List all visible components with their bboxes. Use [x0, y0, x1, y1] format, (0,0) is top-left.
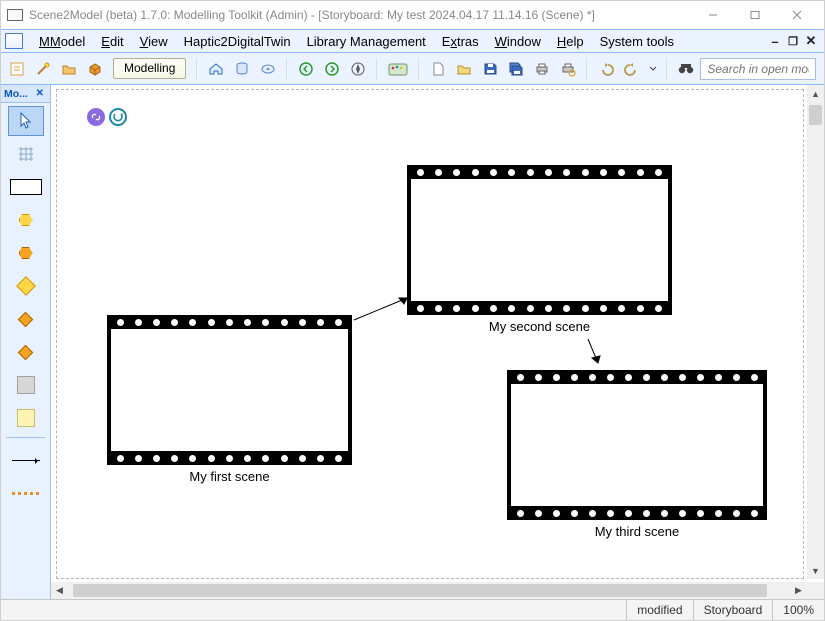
open-doc-icon[interactable]: [452, 57, 476, 81]
compass-icon[interactable]: [346, 57, 370, 81]
folder-open-icon[interactable]: [57, 57, 81, 81]
undo-icon[interactable]: [594, 57, 618, 81]
save-all-icon[interactable]: [504, 57, 528, 81]
menu-bar: MModel/*noop*/Model Edit View Haptic2Dig…: [1, 29, 824, 53]
tool-hex-orange[interactable]: [8, 238, 44, 268]
status-bar: modified Storyboard 100%: [1, 599, 824, 620]
menu-edit-label: Edit: [101, 34, 123, 49]
palette-title: Mo...: [4, 88, 28, 100]
print-icon[interactable]: [530, 57, 554, 81]
status-modified: modified: [626, 600, 692, 620]
canvas-refresh-icon[interactable]: [109, 108, 127, 126]
menu-system-tools-label: System tools: [600, 34, 674, 49]
window-close-button[interactable]: [776, 2, 818, 28]
menu-view[interactable]: View: [132, 30, 176, 52]
home-icon[interactable]: [204, 57, 228, 81]
menu-help-label: Help: [557, 34, 584, 49]
tool-diamond-orange-2[interactable]: [8, 337, 44, 367]
scene-label: My second scene: [489, 319, 590, 334]
tool-palette: Mo... ✕: [1, 85, 51, 599]
scroll-corner: [807, 582, 824, 599]
box-icon[interactable]: [83, 57, 107, 81]
tool-scene-frame[interactable]: [8, 172, 44, 202]
window-title-bar: Scene2Model (beta) 1.7.0: Modelling Tool…: [1, 1, 824, 29]
menu-library[interactable]: Library Management: [299, 30, 434, 52]
scene-node[interactable]: My first scene: [107, 315, 352, 484]
mdi-doc-icon[interactable]: [5, 33, 23, 49]
print-preview-icon[interactable]: [556, 57, 580, 81]
menu-model-label: Model: [50, 34, 85, 49]
menu-extras-label: Extras: [442, 34, 479, 49]
palette-icon[interactable]: [384, 57, 412, 81]
mdi-minimize-button[interactable]: –: [768, 34, 782, 49]
palette-header: Mo... ✕: [1, 85, 50, 103]
search-input[interactable]: [707, 62, 809, 76]
new-icon[interactable]: [5, 57, 29, 81]
canvas-page[interactable]: My first scene My second scene: [56, 89, 804, 579]
database-icon[interactable]: [230, 57, 254, 81]
toolbar-separator: [376, 58, 378, 80]
wand-icon[interactable]: [31, 57, 55, 81]
status-mode: Storyboard: [693, 600, 773, 620]
nav-forward-icon[interactable]: [320, 57, 344, 81]
menu-help[interactable]: Help: [549, 30, 592, 52]
tool-rect-gray[interactable]: [8, 370, 44, 400]
connector-arrow[interactable]: [352, 290, 417, 330]
canvas-area[interactable]: My first scene My second scene: [51, 85, 824, 599]
scene-node[interactable]: My third scene: [507, 370, 767, 539]
tool-diamond-orange-1[interactable]: [8, 304, 44, 334]
menu-haptic[interactable]: Haptic2DigitalTwin: [176, 30, 299, 52]
mdi-close-button[interactable]: ✕: [804, 33, 818, 49]
canvas-link-icon[interactable]: [87, 108, 105, 126]
toolbar-separator: [196, 58, 198, 80]
window-minimize-button[interactable]: [692, 2, 734, 28]
menu-view-label: View: [140, 34, 168, 49]
menu-extras[interactable]: Extras: [434, 30, 487, 52]
horizontal-scrollbar[interactable]: ◀▶: [51, 582, 807, 599]
menu-window-label: Window: [495, 34, 541, 49]
toolbar-separator: [666, 58, 668, 80]
tool-grid[interactable]: [8, 139, 44, 169]
window-maximize-button[interactable]: [734, 2, 776, 28]
toolbar-separator: [586, 58, 588, 80]
window-title: Scene2Model (beta) 1.7.0: Modelling Tool…: [29, 8, 692, 22]
mode-label[interactable]: Modelling: [113, 58, 186, 79]
search-binoculars-icon[interactable]: [674, 57, 698, 81]
save-icon[interactable]: [478, 57, 502, 81]
tool-connector-dotted[interactable]: [8, 478, 44, 508]
tool-rect-yellow[interactable]: [8, 403, 44, 433]
scene-node[interactable]: My second scene: [407, 165, 672, 334]
connector-arrow[interactable]: [582, 337, 612, 372]
toolbar-separator: [286, 58, 288, 80]
tool-hex-yellow[interactable]: [8, 205, 44, 235]
menu-haptic-label: Haptic2DigitalTwin: [184, 34, 291, 49]
scene-label: My third scene: [595, 524, 680, 539]
status-zoom[interactable]: 100%: [772, 600, 824, 620]
palette-close-button[interactable]: ✕: [33, 87, 47, 100]
app-icon: [7, 9, 23, 21]
redo-icon[interactable]: [620, 57, 644, 81]
menu-edit[interactable]: Edit: [93, 30, 131, 52]
menu-window[interactable]: Window: [487, 30, 549, 52]
undo-dropdown-icon[interactable]: [646, 57, 660, 81]
vertical-scrollbar[interactable]: ▲▼: [807, 85, 824, 579]
toolbar-separator: [418, 58, 420, 80]
tool-diamond-yellow[interactable]: [8, 271, 44, 301]
mdi-restore-button[interactable]: ❐: [786, 35, 800, 48]
menu-system-tools[interactable]: System tools: [592, 30, 682, 52]
main-toolbar: Modelling: [1, 53, 824, 85]
tool-pointer[interactable]: [8, 106, 44, 136]
scene-label: My first scene: [189, 469, 269, 484]
search-input-wrap[interactable]: [700, 58, 816, 80]
disk-icon[interactable]: [256, 57, 280, 81]
menu-library-label: Library Management: [307, 34, 426, 49]
nav-back-icon[interactable]: [294, 57, 318, 81]
tool-connector-arrow[interactable]: [8, 445, 44, 475]
menu-model[interactable]: MModel/*noop*/Model: [31, 30, 93, 52]
new-doc-icon[interactable]: [426, 57, 450, 81]
